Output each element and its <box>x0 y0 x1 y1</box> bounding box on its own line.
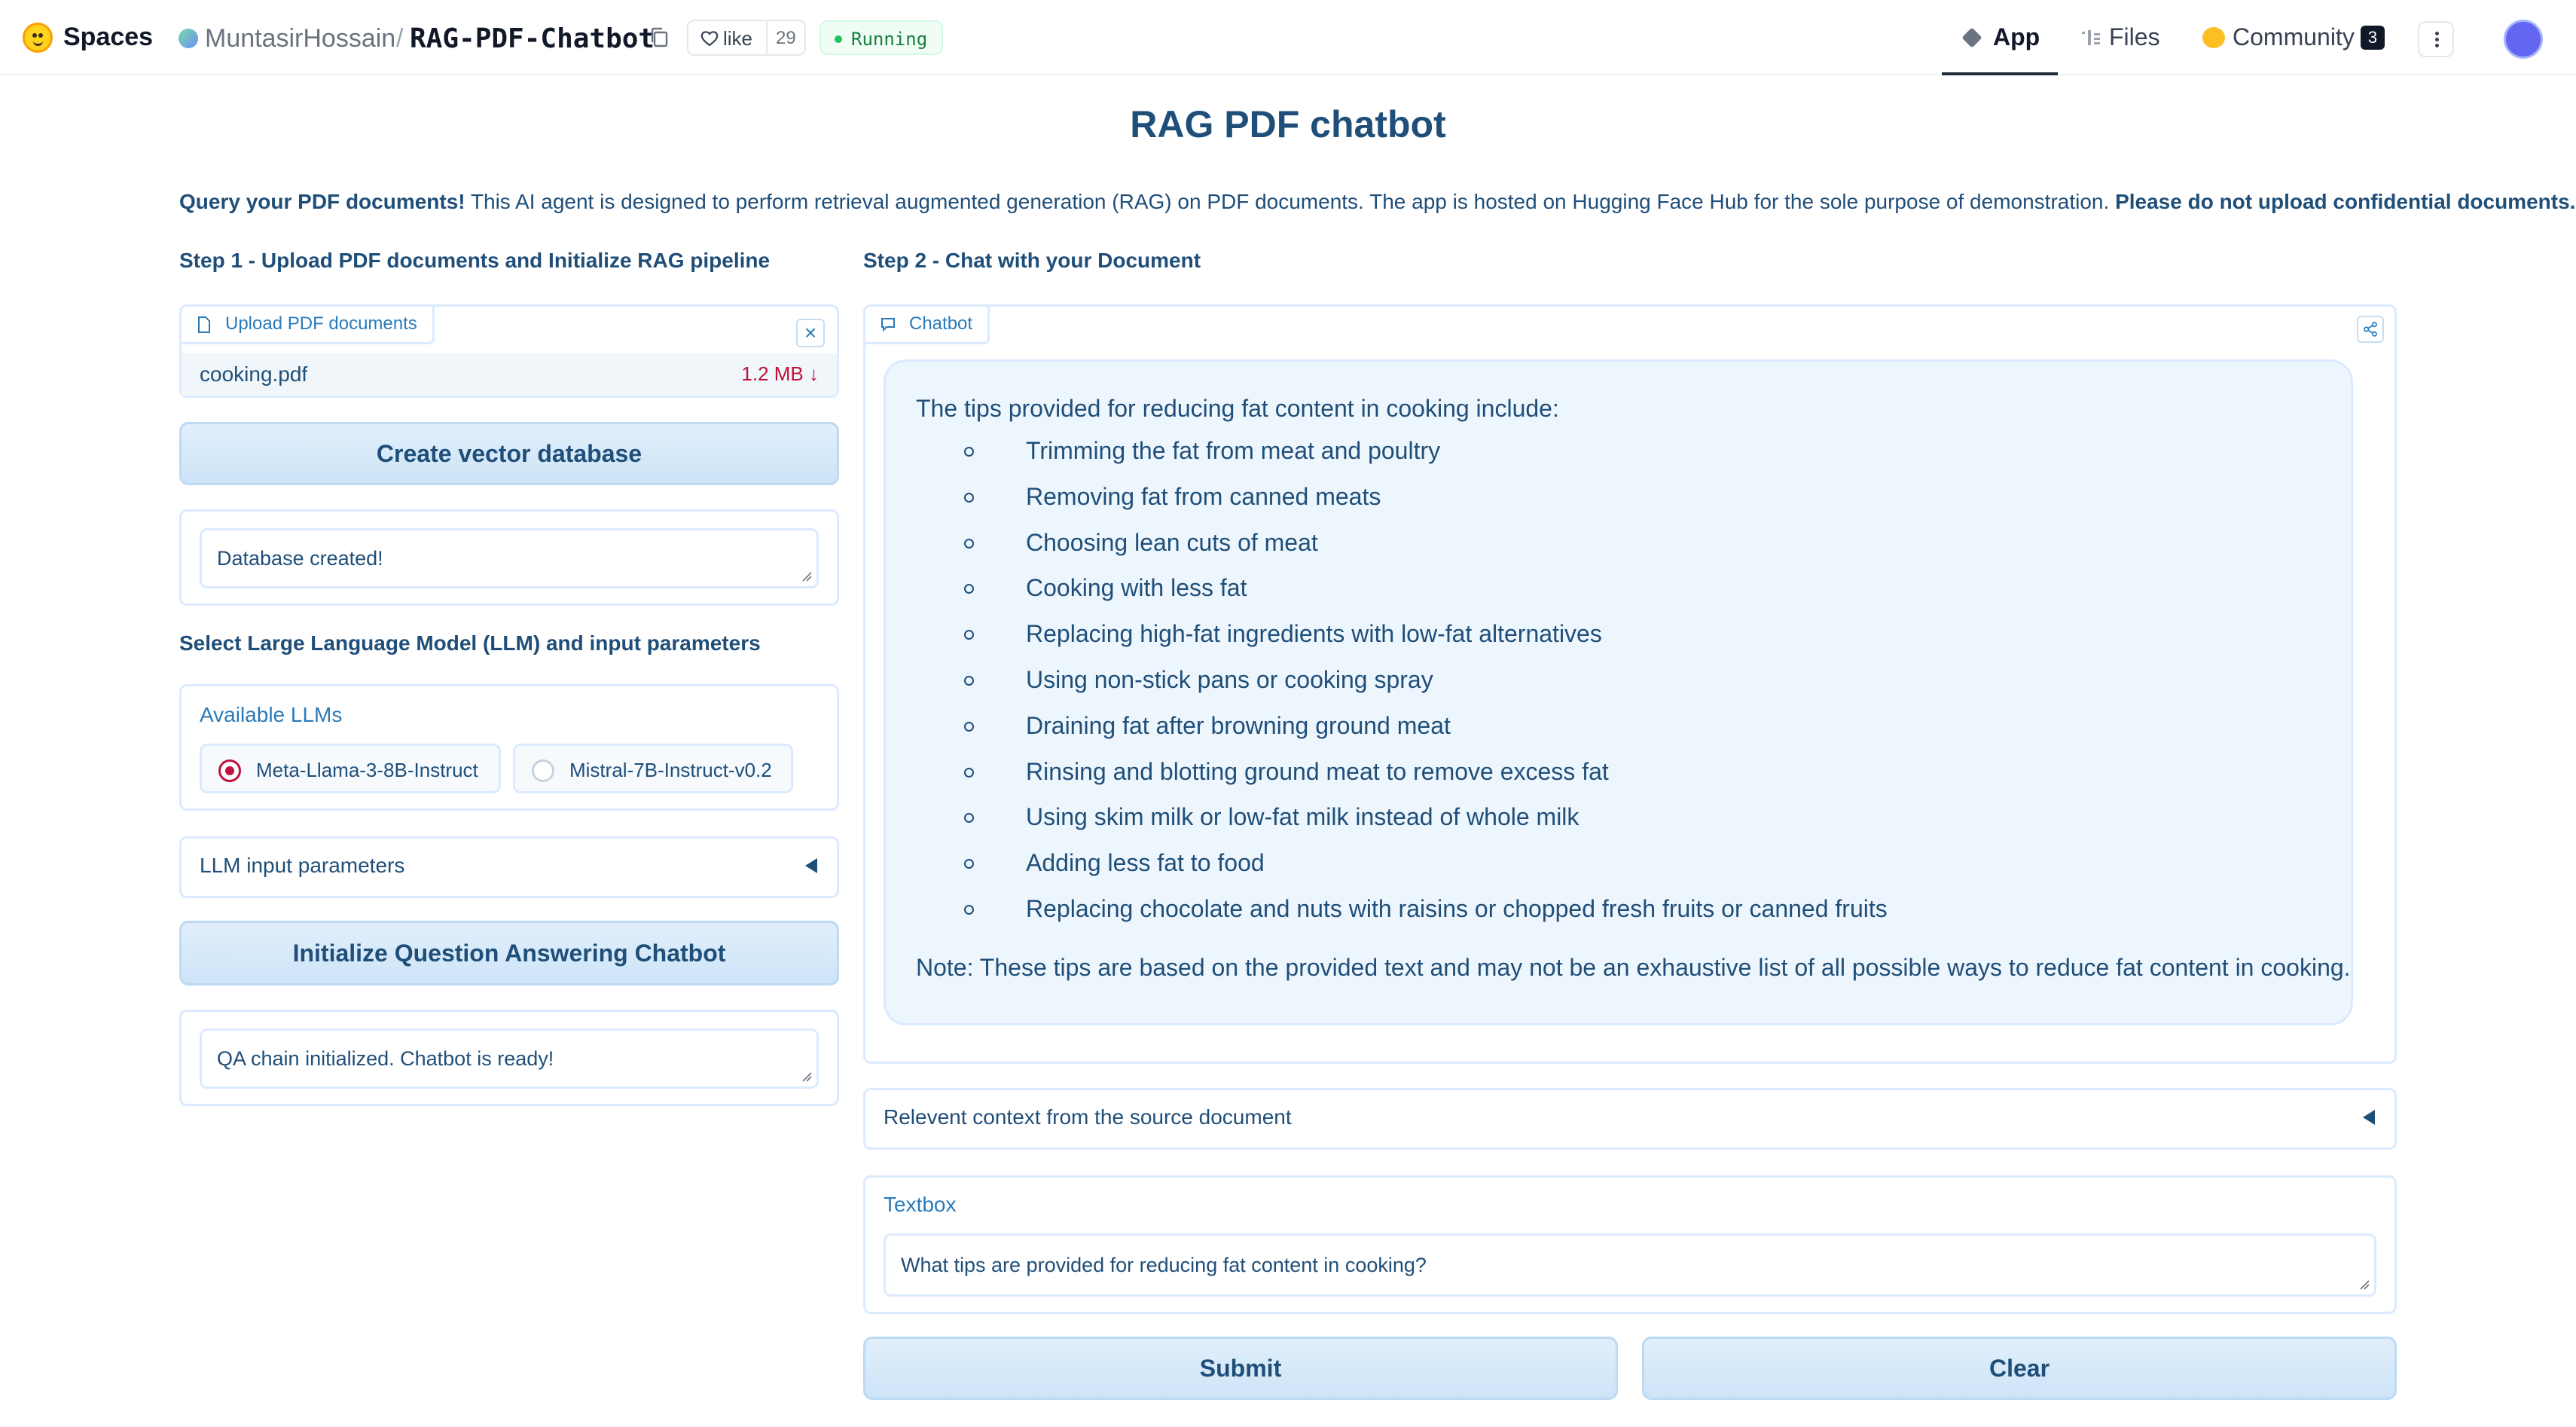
submit-button[interactable]: Submit <box>863 1337 1618 1400</box>
like-count: 29 <box>776 28 796 48</box>
question-textbox-panel: Textbox What tips are provided for reduc… <box>863 1175 2397 1314</box>
file-icon <box>198 316 210 333</box>
list-item: Removing fat from canned meats <box>916 474 1888 520</box>
intro-warning: Please do not upload confidential docume… <box>2115 190 2576 213</box>
llm-option-mistral[interactable]: Mistral-7B-Instruct-v0.2 <box>513 744 793 793</box>
answer-intro: The tips provided for reducing fat conte… <box>916 395 1559 422</box>
qa-status-field[interactable]: QA chain initialized. Chatbot is ready! <box>200 1028 819 1089</box>
llm-option-label: Meta-Llama-3-8B-Instruct <box>256 759 478 781</box>
caret-left-icon <box>805 858 817 873</box>
qa-status-text: QA chain initialized. Chatbot is ready! <box>217 1047 554 1070</box>
files-icon <box>2082 30 2100 45</box>
tips-list: Trimming the fat from meat and poultry R… <box>916 428 1888 932</box>
qa-status-panel: QA chain initialized. Chatbot is ready! <box>179 1010 839 1106</box>
llm-params-label: LLM input parameters <box>200 854 405 877</box>
llm-option-llama[interactable]: Meta-Llama-3-8B-Instruct <box>200 744 501 793</box>
question-input[interactable]: What tips are provided for reducing fat … <box>884 1233 2376 1297</box>
spaces-link[interactable]: Spaces <box>63 23 153 52</box>
available-llms-label: Available LLMs <box>200 703 343 726</box>
tab-community[interactable]: Community 3 <box>2199 0 2395 75</box>
answer-note: Note: These tips are based on the provid… <box>916 954 2351 981</box>
heart-icon <box>700 31 719 47</box>
db-status-panel: Database created! <box>179 509 839 606</box>
owner-avatar <box>179 29 198 48</box>
hugging-face-logo-icon[interactable] <box>23 23 53 53</box>
upload-label-tag: Upload PDF documents <box>182 307 435 344</box>
intro-bold: Query your PDF documents! <box>179 190 465 213</box>
repo-name-link[interactable]: RAG-PDF-Chatbot <box>410 23 655 54</box>
context-label: Relevent context from the source documen… <box>884 1105 1292 1129</box>
radio-unselected-icon <box>532 759 554 782</box>
more-icon-dot <box>2435 38 2439 41</box>
more-icon <box>2435 32 2439 35</box>
copy-icon[interactable] <box>649 27 669 48</box>
create-vector-database-button[interactable]: Create vector database <box>179 422 839 485</box>
step2-title: Step 2 - Chat with your Document <box>863 249 1201 272</box>
chatbot-label-tag: Chatbot <box>865 307 990 344</box>
list-item: Draining fat after browning ground meat <box>916 703 1888 749</box>
textbox-label: Textbox <box>884 1193 957 1216</box>
list-item: Using skim milk or low-fat milk instead … <box>916 794 1888 840</box>
initialize-chatbot-button[interactable]: Initialize Question Answering Chatbot <box>179 921 839 985</box>
chat-icon <box>881 318 895 332</box>
file-upload-panel[interactable]: Upload PDF documents × cooking.pdf 1.2 M… <box>179 304 839 398</box>
intro-body: This AI agent is designed to perform ret… <box>465 190 2116 213</box>
db-status-text: Database created! <box>217 547 383 570</box>
community-count-badge: 3 <box>2361 26 2385 50</box>
app-icon <box>1961 27 1982 48</box>
step1-title: Step 1 - Upload PDF documents and Initia… <box>179 249 771 272</box>
list-item: Choosing lean cuts of meat <box>916 520 1888 566</box>
owner-link[interactable]: MuntasirHossain <box>205 24 395 53</box>
like-button[interactable]: like 29 <box>687 20 806 56</box>
chatbot-label: Chatbot <box>909 313 973 334</box>
source-context-accordion[interactable]: Relevent context from the source documen… <box>863 1088 2397 1150</box>
resize-grip-icon[interactable] <box>801 1071 812 1082</box>
share-icon[interactable] <box>2357 316 2384 343</box>
list-item: Rinsing and blotting ground meat to remo… <box>916 749 1888 795</box>
list-item: Using non-stick pans or cooking spray <box>916 657 1888 703</box>
more-icon-dot <box>2435 44 2439 47</box>
breadcrumb-separator: / <box>396 24 404 53</box>
question-text: What tips are provided for reducing fat … <box>901 1254 1427 1276</box>
list-item: Trimming the fat from meat and poultry <box>916 428 1888 474</box>
list-item: Replacing chocolate and nuts with raisin… <box>916 886 1888 932</box>
like-label: like <box>723 27 753 50</box>
tab-app-label: App <box>1993 23 2040 50</box>
bot-message-bubble: The tips provided for reducing fat conte… <box>884 359 2353 1025</box>
list-item: Replacing high-fat ingredients with low-… <box>916 611 1888 657</box>
tab-community-label: Community <box>2233 23 2355 50</box>
file-name: cooking.pdf <box>200 362 308 386</box>
list-item: Cooking with less fat <box>916 565 1888 611</box>
radio-selected-icon <box>218 759 241 782</box>
llm-option-label: Mistral-7B-Instruct-v0.2 <box>569 759 772 781</box>
uploaded-file-row: cooking.pdf 1.2 MB ↓ <box>182 353 837 396</box>
close-icon[interactable]: × <box>796 319 825 347</box>
llm-section-title: Select Large Language Model (LLM) and in… <box>179 631 761 655</box>
resize-grip-icon[interactable] <box>801 571 812 582</box>
resize-grip-icon[interactable] <box>2359 1279 2370 1290</box>
file-size-download-link[interactable]: 1.2 MB ↓ <box>741 362 819 386</box>
intro-text: Query your PDF documents! This AI agent … <box>179 190 2575 214</box>
tab-app[interactable]: App <box>1942 0 2058 75</box>
db-status-field[interactable]: Database created! <box>200 528 819 588</box>
like-divider <box>766 21 768 54</box>
community-icon <box>2202 27 2225 48</box>
status-text: Running <box>851 29 928 50</box>
tab-files-label: Files <box>2109 23 2160 50</box>
status-badge[interactable]: Running <box>819 20 943 55</box>
llm-params-accordion[interactable]: LLM input parameters <box>179 836 839 898</box>
more-options-button[interactable] <box>2418 21 2454 57</box>
user-avatar[interactable] <box>2504 20 2543 59</box>
clear-button[interactable]: Clear <box>1642 1337 2397 1400</box>
tab-files[interactable]: Files <box>2077 0 2183 75</box>
status-dot-icon <box>835 35 842 43</box>
upload-label: Upload PDF documents <box>225 313 417 334</box>
chatbot-panel: Chatbot The tips provided for reducing f… <box>863 304 2397 1064</box>
llm-selector-panel: Available LLMs Meta-Llama-3-8B-Instruct … <box>179 684 839 811</box>
list-item: Adding less fat to food <box>916 840 1888 886</box>
caret-left-icon <box>2363 1110 2375 1125</box>
top-header: Spaces MuntasirHossain / RAG-PDF-Chatbot… <box>0 0 2576 75</box>
page-title: RAG PDF chatbot <box>1130 103 1446 145</box>
